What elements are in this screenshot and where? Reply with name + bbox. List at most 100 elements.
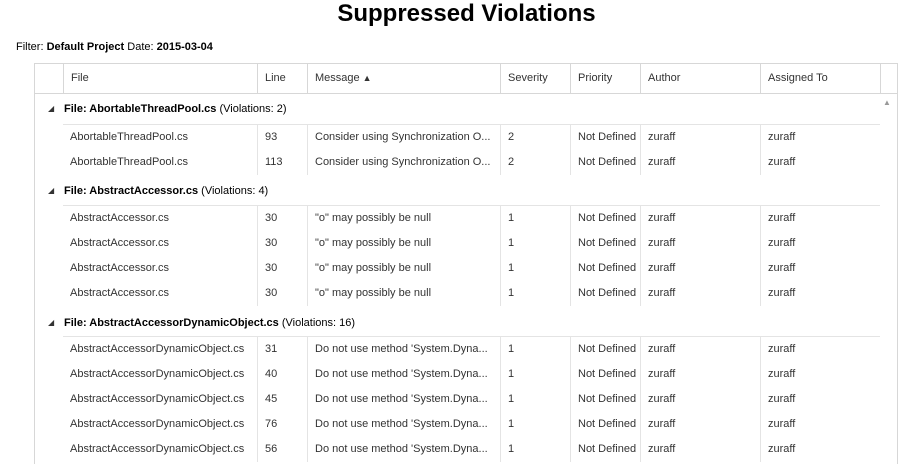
- group-label: File: AbstractAccessorDynamicObject.cs: [64, 317, 279, 329]
- table-row[interactable]: AbstractAccessorDynamicObject.cs 45 Do n…: [63, 387, 880, 412]
- sort-ascending-icon: ▲: [362, 73, 372, 83]
- table-row[interactable]: AbstractAccessor.cs 30 "o" may possibly …: [63, 206, 880, 231]
- column-header-file-label: File: [71, 72, 89, 84]
- cell-author: zuraff: [640, 362, 760, 387]
- group-rows: AbortableThreadPool.cs 93 Consider using…: [63, 124, 880, 175]
- cell-priority: Not Defined: [570, 412, 640, 437]
- date-value: 2015-03-04: [156, 41, 213, 53]
- cell-author: zuraff: [640, 387, 760, 412]
- table-row[interactable]: AbstractAccessorDynamicObject.cs 56 Do n…: [63, 437, 880, 462]
- cell-priority: Not Defined: [570, 256, 640, 281]
- cell-line: 30: [257, 231, 307, 256]
- cell-assigned-to: zuraff: [760, 206, 880, 231]
- column-header-line-label: Line: [265, 72, 286, 84]
- cell-line: 45: [257, 387, 307, 412]
- cell-line: 30: [257, 206, 307, 231]
- column-header-priority[interactable]: Priority: [570, 64, 640, 93]
- cell-file: AbstractAccessorDynamicObject.cs: [70, 443, 245, 455]
- cell-author: zuraff: [640, 437, 760, 462]
- cell-message: "o" may possibly be null: [307, 231, 500, 256]
- cell-severity: 1: [500, 281, 570, 306]
- scroll-up-arrow-icon[interactable]: ▲: [883, 98, 891, 107]
- table-row[interactable]: AbortableThreadPool.cs 113 Consider usin…: [63, 150, 880, 175]
- cell-line: 31: [257, 337, 307, 362]
- cell-assigned-to: zuraff: [760, 337, 880, 362]
- column-header-line[interactable]: Line: [257, 64, 307, 93]
- table-row[interactable]: AbstractAccessorDynamicObject.cs 31 Do n…: [63, 337, 880, 362]
- column-header-priority-label: Priority: [578, 72, 613, 84]
- table-row[interactable]: AbortableThreadPool.cs 93 Consider using…: [63, 125, 880, 150]
- cell-assigned-to: zuraff: [760, 150, 880, 175]
- cell-severity: 1: [500, 231, 570, 256]
- cell-author: zuraff: [640, 256, 760, 281]
- cell-severity: 1: [500, 412, 570, 437]
- page-title: Suppressed Violations: [337, 0, 596, 27]
- cell-priority: Not Defined: [570, 125, 640, 150]
- cell-file: AbstractAccessor.cs: [70, 287, 170, 299]
- column-header-author-label: Author: [648, 72, 681, 84]
- cell-priority: Not Defined: [570, 206, 640, 231]
- column-header-file[interactable]: File: [63, 64, 257, 93]
- cell-assigned-to: zuraff: [760, 231, 880, 256]
- grid-header: File Line Message ▲ Severity Priority Aut…: [35, 64, 897, 94]
- table-row[interactable]: AbstractAccessor.cs 30 "o" may possibly …: [63, 256, 880, 281]
- column-header-severity-label: Severity: [508, 72, 548, 84]
- cell-message: Do not use method 'System.Dyna...: [307, 337, 500, 362]
- table-row[interactable]: AbstractAccessor.cs 30 "o" may possibly …: [63, 281, 880, 306]
- cell-assigned-to: zuraff: [760, 125, 880, 150]
- cell-file: AbstractAccessor.cs: [70, 237, 170, 249]
- table-row[interactable]: AbstractAccessorDynamicObject.cs 40 Do n…: [63, 362, 880, 387]
- cell-message: Consider using Synchronization O...: [307, 125, 500, 150]
- cell-line: 40: [257, 362, 307, 387]
- cell-severity: 2: [500, 150, 570, 175]
- cell-severity: 1: [500, 256, 570, 281]
- column-header-message-label: Message: [315, 72, 360, 84]
- cell-assigned-to: zuraff: [760, 256, 880, 281]
- cell-priority: Not Defined: [570, 362, 640, 387]
- cell-line: 56: [257, 437, 307, 462]
- cell-assigned-to: zuraff: [760, 362, 880, 387]
- group-header[interactable]: ◢ File: AbstractAccessor.cs (Violations:…: [35, 176, 880, 206]
- filter-value: Default Project: [46, 41, 125, 53]
- group-rows: AbstractAccessor.cs 30 "o" may possibly …: [63, 205, 880, 306]
- group-header[interactable]: ◢ File: AbstractAccessorDynamicObject.cs…: [35, 308, 880, 338]
- collapse-triangle-icon[interactable]: ◢: [48, 308, 54, 338]
- cell-priority: Not Defined: [570, 437, 640, 462]
- cell-file: AbstractAccessorDynamicObject.cs: [70, 343, 245, 355]
- group-rows: AbstractAccessorDynamicObject.cs 31 Do n…: [63, 336, 880, 462]
- cell-message: Do not use method 'System.Dyna...: [307, 362, 500, 387]
- column-header-assigned-to[interactable]: Assigned To: [760, 64, 880, 93]
- column-header-assigned-to-label: Assigned To: [768, 72, 828, 84]
- column-header-author[interactable]: Author: [640, 64, 760, 93]
- group-label: File: AbstractAccessor.cs: [64, 185, 199, 197]
- group-label: File: AbortableThreadPool.cs: [64, 103, 217, 115]
- cell-file: AbstractAccessorDynamicObject.cs: [70, 418, 245, 430]
- cell-author: zuraff: [640, 206, 760, 231]
- collapse-triangle-icon[interactable]: ◢: [48, 94, 54, 124]
- cell-file: AbstractAccessor.cs: [70, 212, 170, 224]
- column-header-severity[interactable]: Severity: [500, 64, 570, 93]
- group-header[interactable]: ◢ File: AbortableThreadPool.cs (Violatio…: [35, 94, 880, 124]
- collapse-triangle-icon[interactable]: ◢: [48, 176, 54, 206]
- cell-assigned-to: zuraff: [760, 281, 880, 306]
- cell-message: Do not use method 'System.Dyna...: [307, 437, 500, 462]
- cell-line: 113: [257, 150, 307, 175]
- filter-label: Filter:: [16, 41, 44, 53]
- cell-file: AbstractAccessorDynamicObject.cs: [70, 368, 245, 380]
- cell-author: zuraff: [640, 337, 760, 362]
- cell-priority: Not Defined: [570, 387, 640, 412]
- cell-assigned-to: zuraff: [760, 437, 880, 462]
- cell-priority: Not Defined: [570, 150, 640, 175]
- group-count: (Violations: 2): [219, 103, 287, 115]
- cell-author: zuraff: [640, 125, 760, 150]
- cell-message: Consider using Synchronization O...: [307, 150, 500, 175]
- column-header-message[interactable]: Message ▲: [307, 64, 500, 93]
- cell-message: "o" may possibly be null: [307, 256, 500, 281]
- cell-severity: 2: [500, 125, 570, 150]
- date-label: Date:: [127, 41, 154, 53]
- table-row[interactable]: AbstractAccessor.cs 30 "o" may possibly …: [63, 231, 880, 256]
- cell-author: zuraff: [640, 150, 760, 175]
- violations-grid: File Line Message ▲ Severity Priority Aut…: [34, 63, 898, 464]
- table-row[interactable]: AbstractAccessorDynamicObject.cs 76 Do n…: [63, 412, 880, 437]
- group-count: (Violations: 4): [201, 185, 269, 197]
